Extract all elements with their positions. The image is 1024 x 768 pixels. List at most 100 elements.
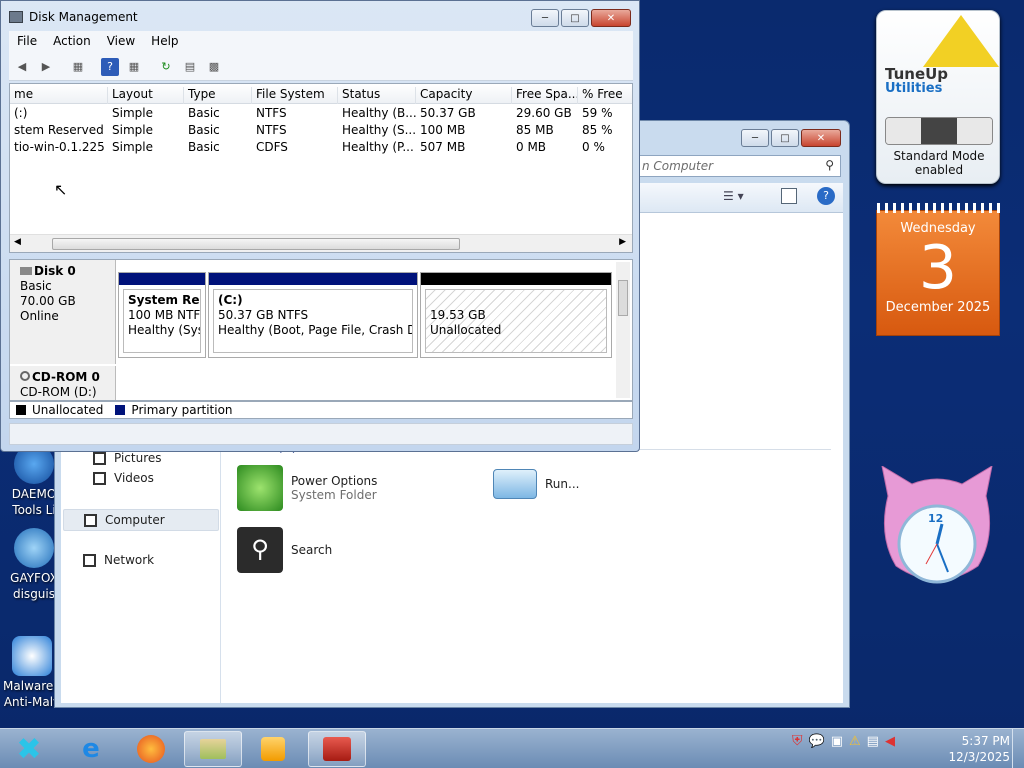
volume-icon[interactable]: ◀ — [885, 734, 895, 749]
volume-list: me Layout Type File System Status Capaci… — [9, 83, 633, 253]
column-header-type[interactable]: Type — [184, 87, 252, 104]
item-title: Search — [291, 543, 333, 557]
legend-swatch-primary — [115, 405, 126, 415]
run-item[interactable]: Run... — [493, 469, 579, 499]
item-subtitle: System Folder — [291, 488, 377, 502]
navigation-pane: Pictures Videos Computer Network — [61, 451, 221, 703]
partition-status: Unallocated — [430, 323, 502, 337]
mode-selector[interactable] — [885, 117, 993, 145]
search-input[interactable]: n Computer ⚲ — [635, 155, 841, 177]
scroll-left-icon[interactable]: ◀ — [14, 237, 21, 247]
standard-mode-icon[interactable] — [921, 118, 957, 144]
disk-name: Disk 0 — [20, 264, 115, 279]
taskbar-internet-explorer[interactable]: e — [62, 731, 120, 767]
disk-0-label[interactable]: Disk 0 Basic 70.00 GB Online — [10, 260, 116, 364]
minimize-button[interactable]: ─ — [531, 9, 559, 27]
menu-help[interactable]: Help — [143, 31, 186, 53]
clock-hour-label: 12 — [928, 512, 944, 525]
power-options-item[interactable]: Power Options System Folder — [237, 465, 377, 511]
column-header-capacity[interactable]: Capacity — [416, 87, 512, 104]
table-row[interactable]: tio-win-0.1.225 ...SimpleBasicCDFSHealth… — [10, 140, 632, 157]
help-icon[interactable]: ? — [817, 187, 835, 205]
scrollbar-thumb[interactable] — [618, 280, 628, 316]
back-icon[interactable]: ◀ — [13, 58, 31, 76]
monitor-icon[interactable]: ▣ — [831, 734, 843, 749]
scrollbar-thumb[interactable] — [52, 238, 460, 250]
desktop-icon-label: Anti-Malv — [3, 695, 61, 709]
desktop-icon-malwarebytes[interactable]: Malwareb Anti-Malv — [2, 636, 62, 710]
column-header-percent-free[interactable]: % Free — [578, 87, 632, 104]
tuneup-gadget[interactable]: TuneUp Utilities Standard Mode enabled — [876, 10, 1000, 184]
maximize-button[interactable]: □ — [561, 9, 589, 27]
toolbox-icon — [323, 737, 351, 761]
view-options-icon[interactable]: ☰ ▾ — [723, 189, 744, 203]
column-header-layout[interactable]: Layout — [108, 87, 184, 104]
tuneup-tray-icon[interactable]: ⚠ — [849, 734, 861, 749]
maximize-button[interactable]: □ — [771, 129, 799, 147]
clock-cat-icon — [881, 464, 993, 584]
nav-pictures[interactable]: Pictures — [93, 451, 162, 465]
search-item[interactable]: ⚲ Search — [237, 527, 332, 573]
table-row[interactable]: stem Reserved Simple Basic NTFS Healthy (S..… — [10, 123, 632, 140]
settings-icon[interactable]: ▩ — [205, 58, 223, 76]
network-icon — [83, 553, 96, 567]
shield-icon[interactable]: ⛨ — [792, 733, 803, 749]
taskbar-explorer[interactable] — [184, 731, 242, 767]
computer-icon — [84, 513, 97, 527]
firefox-icon — [137, 735, 165, 763]
table-row[interactable]: (:) Simple Basic NTFS Healthy (B... 50.37 GB 2… — [10, 106, 632, 123]
menu-bar: File Action View Help — [9, 31, 633, 53]
turbo-mode-icon[interactable] — [956, 118, 992, 144]
calendar-month-year: December 2025 — [885, 300, 991, 315]
partition-name: System Reser — [128, 293, 200, 307]
system-tray: ⛨ 💬 ▣ ⚠ ▤ ◀ — [792, 733, 895, 749]
forward-icon[interactable]: ▶ — [37, 58, 55, 76]
menu-file[interactable]: File — [9, 31, 45, 53]
close-button[interactable]: ✕ — [591, 9, 631, 27]
taskbar: ✖ e ⛨ 💬 ▣ ⚠ ▤ ◀ 5:37 PM 12/3/2025 — [0, 728, 1024, 768]
horizontal-scrollbar[interactable]: ◀ ▶ — [10, 234, 632, 252]
nav-videos[interactable]: Videos — [93, 471, 154, 485]
desktop-icon-label: Malwareb — [3, 679, 61, 693]
window-title: Disk Management — [9, 10, 138, 24]
chat-icon[interactable]: 💬 — [809, 734, 825, 749]
menu-action[interactable]: Action — [45, 31, 99, 53]
partition-unallocated[interactable]: 19.53 GB Unallocated — [420, 272, 612, 358]
partition-system-reserved[interactable]: System Reser100 MB NTFSHealthy (Syste — [118, 272, 206, 358]
scroll-right-icon[interactable]: ▶ — [619, 237, 626, 247]
preview-pane-icon[interactable] — [781, 188, 797, 204]
legend: Unallocated Primary partition — [9, 401, 633, 419]
help-icon[interactable]: ? — [101, 57, 119, 76]
start-button[interactable]: ✖ — [0, 731, 58, 767]
column-header-file-system[interactable]: File System — [252, 87, 338, 104]
taskbar-media-player[interactable] — [244, 731, 302, 767]
minimize-button[interactable]: ─ — [741, 129, 769, 147]
disk-management-icon — [9, 11, 23, 23]
menu-view[interactable]: View — [99, 31, 143, 53]
show-hide-tree-icon[interactable]: ▦ — [69, 58, 87, 76]
column-header-status[interactable]: Status — [338, 87, 416, 104]
calendar-day: 3 — [918, 233, 958, 303]
calendar-gadget[interactable]: Wednesday 3 December 2025 — [876, 203, 1001, 336]
economy-mode-icon[interactable] — [886, 118, 922, 144]
network-icon[interactable]: ▤ — [867, 734, 879, 749]
partition-c[interactable]: (C:) 50.37 GB NTFS Healthy (Boot, Page Fil… — [208, 272, 418, 358]
column-header-volume[interactable]: me — [10, 87, 108, 104]
refresh-icon[interactable]: ↻ — [157, 58, 175, 76]
internet-explorer-icon: e — [82, 734, 100, 764]
console-icon[interactable]: ▦ — [125, 58, 143, 76]
clock-gadget[interactable]: 12 — [878, 464, 996, 594]
nav-network[interactable]: Network — [83, 553, 154, 567]
disk-size: 70.00 GB — [20, 294, 76, 308]
vertical-scrollbar[interactable] — [616, 262, 630, 398]
cdrom-0-label[interactable]: CD-ROM 0 CD-ROM (D:) — [10, 366, 116, 400]
close-button[interactable]: ✕ — [801, 129, 841, 147]
show-desktop-button[interactable] — [1012, 729, 1024, 768]
disk-management-window: Disk Management ─ □ ✕ File Action View H… — [0, 0, 640, 452]
taskbar-clock[interactable]: 5:37 PM 12/3/2025 — [940, 733, 1010, 765]
properties-icon[interactable]: ▤ — [181, 58, 199, 76]
taskbar-disk-management[interactable] — [308, 731, 366, 767]
nav-computer[interactable]: Computer — [63, 509, 219, 531]
taskbar-firefox[interactable] — [122, 731, 180, 767]
column-header-free-space[interactable]: Free Spa... — [512, 87, 578, 104]
